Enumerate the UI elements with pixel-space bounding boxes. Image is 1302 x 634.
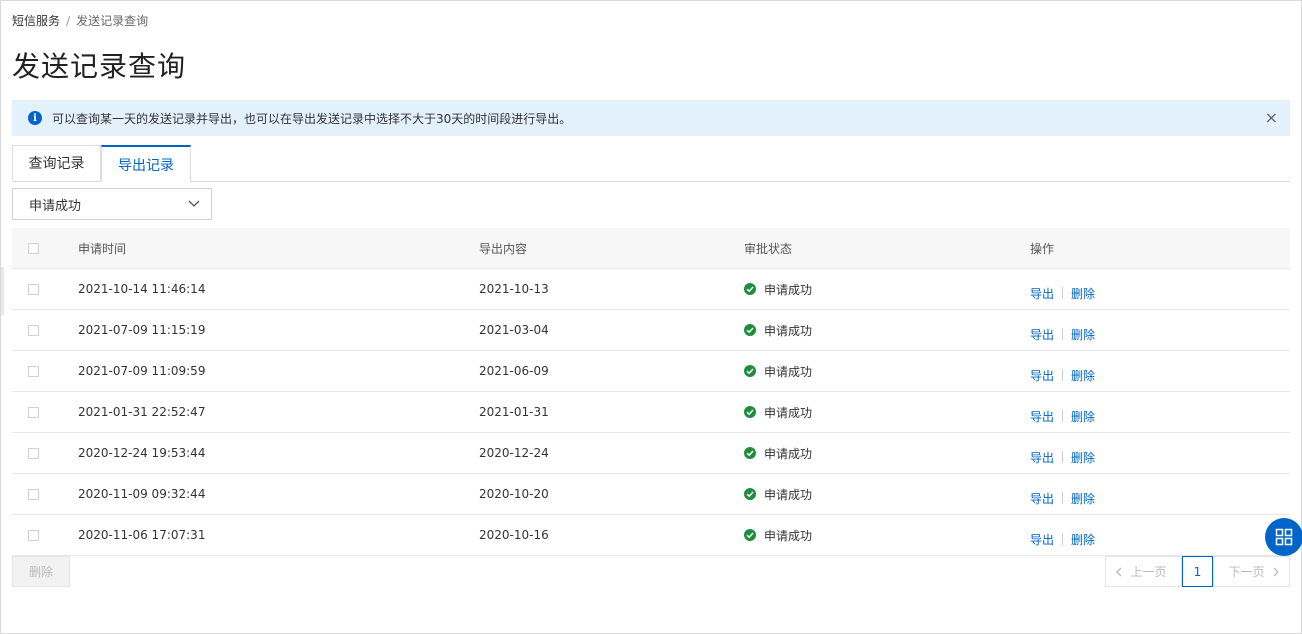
action-divider	[1062, 492, 1064, 504]
table-row: 2021-01-31 22:52:47 2021-01-31 申请成功 导出 删除	[12, 392, 1290, 433]
table-row: 2020-11-09 09:32:44 2020-10-20 申请成功 导出 删除	[12, 474, 1290, 515]
row-time: 2020-11-09 09:32:44	[78, 487, 206, 501]
export-link[interactable]: 导出	[1030, 326, 1054, 343]
export-link[interactable]: 导出	[1030, 531, 1054, 548]
tab-export-records[interactable]: 导出记录	[101, 145, 191, 182]
column-header-actions: 操作	[1030, 241, 1055, 256]
breadcrumb: 短信服务 / 发送记录查询	[12, 12, 148, 29]
delete-link[interactable]: 删除	[1071, 449, 1095, 466]
row-status: 申请成功	[764, 487, 813, 502]
row-content: 2021-03-04	[479, 323, 549, 337]
action-divider	[1062, 369, 1064, 381]
row-checkbox[interactable]	[28, 365, 39, 377]
delete-link[interactable]: 删除	[1071, 490, 1095, 507]
column-header-time: 申请时间	[78, 241, 127, 256]
row-time: 2020-12-24 19:53:44	[78, 446, 206, 460]
page-frame: 短信服务 / 发送记录查询 发送记录查询 i 可以查询某一天的发送记录并导出，也可以…	[0, 0, 1302, 634]
action-divider	[1062, 328, 1064, 340]
check-circle-icon	[744, 488, 756, 500]
row-content: 2020-12-24	[479, 446, 549, 460]
row-content: 2021-06-09	[479, 364, 549, 378]
row-content: 2021-01-31	[479, 405, 549, 419]
floating-apps-button[interactable]	[1265, 518, 1302, 556]
row-time: 2021-01-31 22:52:47	[78, 405, 206, 419]
check-circle-icon	[744, 283, 756, 295]
table-row: 2021-07-09 11:09:59 2021-06-09 申请成功 导出 删除	[12, 351, 1290, 392]
delete-link[interactable]: 删除	[1071, 367, 1095, 384]
row-status: 申请成功	[764, 282, 813, 297]
grid-icon	[1275, 528, 1293, 546]
row-status: 申请成功	[764, 405, 813, 420]
status-filter-value: 申请成功	[29, 198, 82, 214]
delete-link[interactable]: 删除	[1071, 408, 1095, 425]
check-circle-icon	[744, 447, 756, 459]
export-link[interactable]: 导出	[1030, 490, 1054, 507]
column-header-content: 导出内容	[479, 241, 528, 256]
export-link[interactable]: 导出	[1030, 449, 1054, 466]
check-circle-icon	[744, 406, 756, 418]
table-row: 2020-12-24 19:53:44 2020-12-24 申请成功 导出 删除	[12, 433, 1290, 474]
tab-query-records[interactable]: 查询记录	[12, 145, 101, 180]
delete-link[interactable]: 删除	[1071, 326, 1095, 343]
action-divider	[1062, 287, 1064, 299]
next-page-label: 下一页	[1228, 565, 1265, 579]
row-content: 2020-10-16	[479, 528, 549, 542]
row-content: 2021-10-13	[479, 282, 549, 296]
row-checkbox[interactable]	[28, 324, 39, 336]
info-alert: i 可以查询某一天的发送记录并导出，也可以在导出发送记录中选择不大于30天的时间…	[12, 100, 1290, 136]
pagination: 上一页 1 下一页	[1105, 556, 1290, 587]
side-drag-handle[interactable]	[1, 267, 4, 315]
table-row: 2020-11-06 17:07:31 2020-10-16 申请成功 导出 删除	[12, 515, 1290, 556]
column-header-status: 审批状态	[744, 241, 793, 256]
next-page-button[interactable]: 下一页	[1213, 556, 1290, 587]
table-header-row: 申请时间 导出内容 审批状态 操作	[12, 228, 1290, 269]
table-row: 2021-10-14 11:46:14 2021-10-13 申请成功 导出 删除	[12, 269, 1290, 310]
page-number-button[interactable]: 1	[1182, 556, 1213, 587]
row-time: 2021-07-09 11:09:59	[78, 364, 206, 378]
breadcrumb-separator: /	[66, 14, 71, 28]
export-link[interactable]: 导出	[1030, 408, 1054, 425]
row-status: 申请成功	[764, 528, 813, 543]
check-circle-icon	[744, 324, 756, 336]
delete-link[interactable]: 删除	[1071, 285, 1095, 302]
status-filter-select[interactable]: 申请成功	[12, 188, 212, 220]
row-checkbox[interactable]	[28, 529, 39, 541]
delete-link[interactable]: 删除	[1071, 531, 1095, 548]
prev-page-label: 上一页	[1130, 565, 1167, 579]
select-all-checkbox[interactable]	[28, 242, 39, 254]
row-checkbox[interactable]	[28, 488, 39, 500]
row-status: 申请成功	[764, 364, 813, 379]
action-divider	[1062, 451, 1064, 463]
close-icon[interactable]: ×	[1265, 109, 1278, 127]
chevron-left-icon	[1116, 567, 1122, 576]
info-icon: i	[28, 111, 42, 125]
prev-page-button[interactable]: 上一页	[1105, 556, 1182, 587]
row-status: 申请成功	[764, 323, 813, 338]
alert-message: 可以查询某一天的发送记录并导出，也可以在导出发送记录中选择不大于30天的时间段进…	[52, 111, 572, 126]
breadcrumb-current: 发送记录查询	[76, 14, 149, 28]
export-link[interactable]: 导出	[1030, 367, 1054, 384]
batch-delete-button[interactable]: 删除	[12, 556, 70, 587]
row-time: 2021-07-09 11:15:19	[78, 323, 206, 337]
action-divider	[1062, 410, 1064, 422]
row-time: 2021-10-14 11:46:14	[78, 282, 206, 296]
check-circle-icon	[744, 529, 756, 541]
row-time: 2020-11-06 17:07:31	[78, 528, 206, 542]
chevron-down-icon	[188, 200, 200, 207]
tab-bar: 查询记录 导出记录	[12, 145, 1290, 182]
row-checkbox[interactable]	[28, 283, 39, 295]
page-title: 发送记录查询	[12, 50, 187, 83]
chevron-right-icon	[1273, 567, 1279, 576]
table-row: 2021-07-09 11:15:19 2021-03-04 申请成功 导出 删除	[12, 310, 1290, 351]
breadcrumb-parent[interactable]: 短信服务	[12, 14, 60, 28]
action-divider	[1062, 533, 1064, 545]
row-status: 申请成功	[764, 446, 813, 461]
check-circle-icon	[744, 365, 756, 377]
export-records-table: 申请时间 导出内容 审批状态 操作 2021-10-14 11:46:14 20…	[12, 228, 1290, 556]
export-link[interactable]: 导出	[1030, 285, 1054, 302]
row-checkbox[interactable]	[28, 406, 39, 418]
row-checkbox[interactable]	[28, 447, 39, 459]
row-content: 2020-10-20	[479, 487, 549, 501]
